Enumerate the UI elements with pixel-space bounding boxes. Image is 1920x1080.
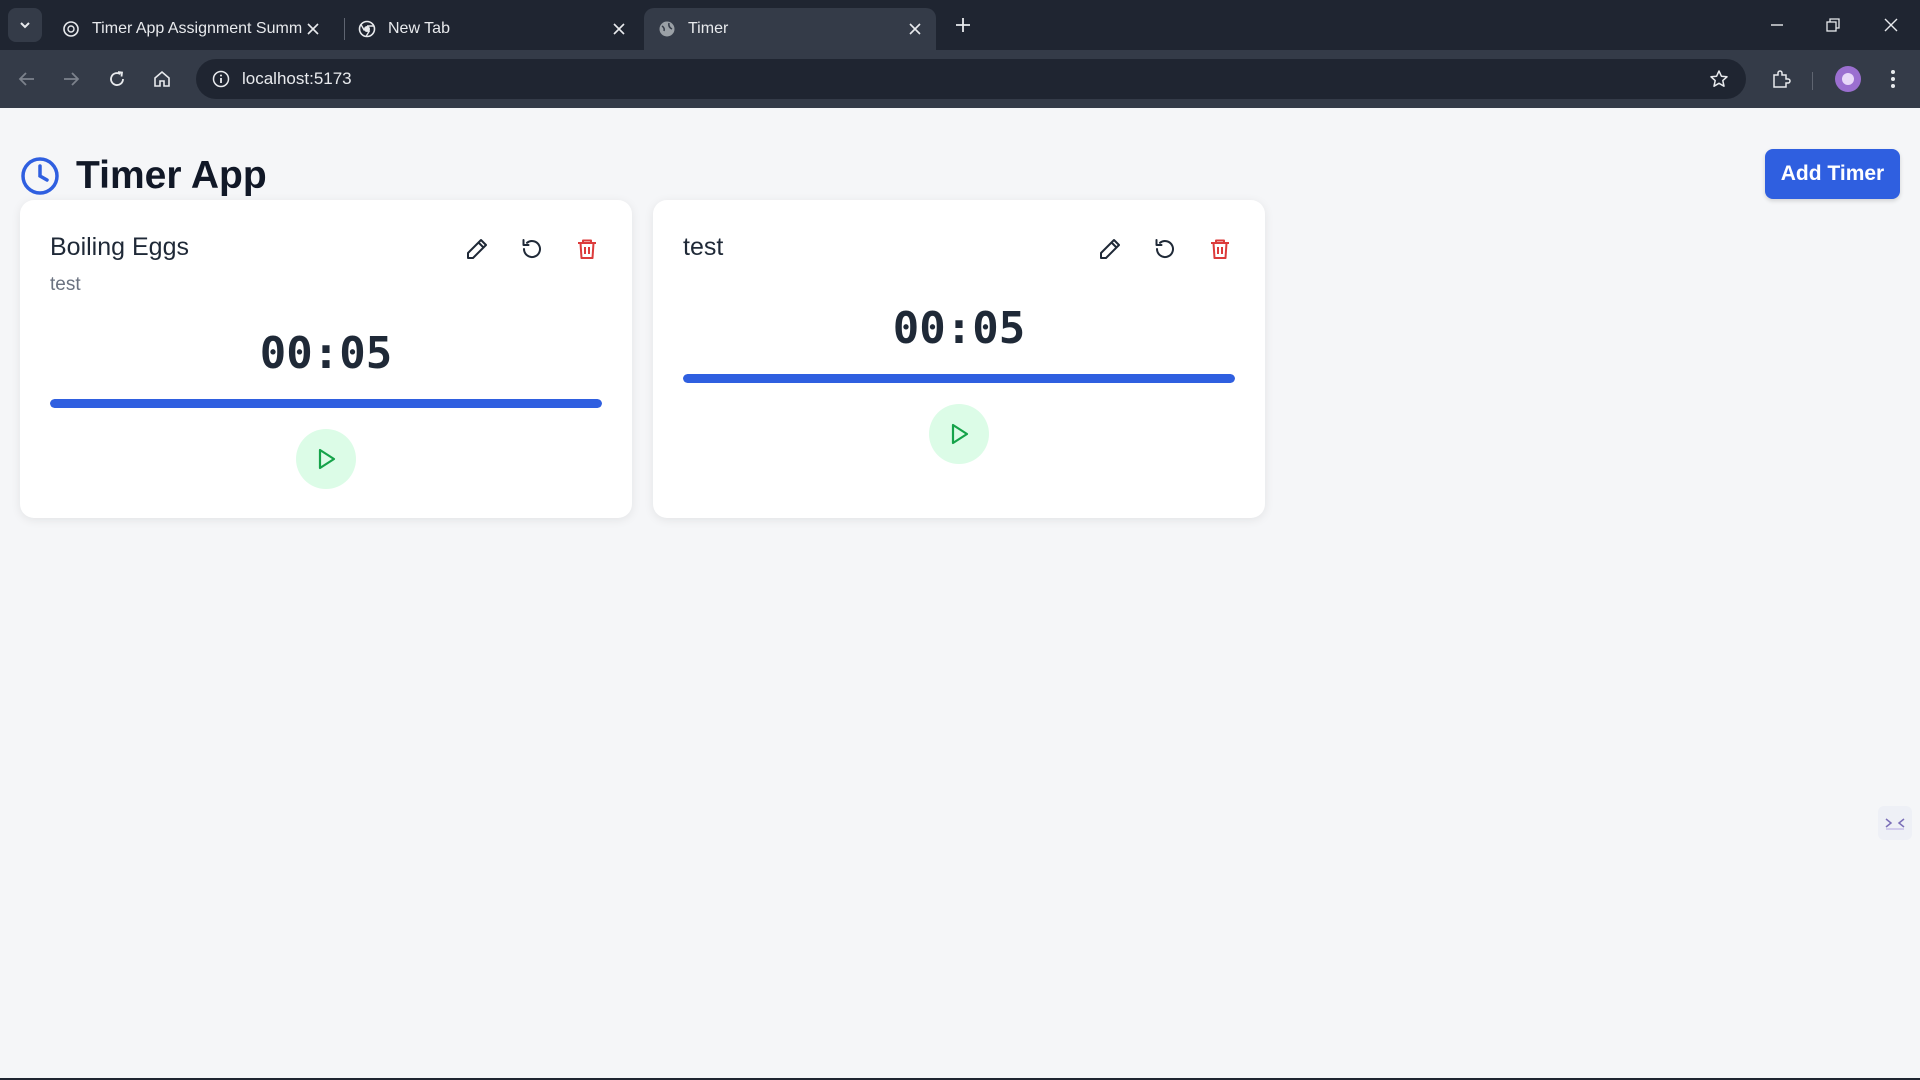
- arrow-right-icon: [64, 72, 80, 86]
- play-icon: [318, 448, 336, 470]
- tab-new-tab[interactable]: New Tab: [344, 8, 640, 50]
- puzzle-icon: [1773, 70, 1791, 88]
- globe-icon: [658, 20, 676, 38]
- new-tab-button[interactable]: [950, 12, 976, 38]
- play-button[interactable]: [296, 429, 356, 489]
- back-button[interactable]: [12, 64, 42, 94]
- timer-description: test: [50, 274, 81, 295]
- url-text: localhost:5173: [242, 69, 352, 88]
- home-button[interactable]: [147, 64, 177, 94]
- extensions-button[interactable]: [1766, 64, 1796, 94]
- timer-display: 00:05: [892, 303, 1026, 354]
- devtools-widget[interactable]: [1878, 806, 1912, 840]
- forward-button[interactable]: [56, 64, 86, 94]
- delete-button[interactable]: [1205, 234, 1235, 264]
- timer-display: 00:05: [259, 328, 393, 379]
- reset-button[interactable]: [517, 234, 547, 264]
- code-icon: [1885, 818, 1905, 830]
- page-title: Timer App: [76, 154, 267, 197]
- browser-menu-button[interactable]: [1878, 64, 1908, 94]
- play-icon: [951, 423, 969, 445]
- more-vertical-icon: [1891, 70, 1895, 88]
- timer-actions: [1095, 234, 1235, 264]
- reset-button[interactable]: [1150, 234, 1180, 264]
- close-icon: [1884, 18, 1898, 32]
- timer-card: Boiling Eggs test 00:05: [20, 200, 632, 518]
- edit-button[interactable]: [462, 234, 492, 264]
- restore-icon: [1826, 18, 1840, 32]
- address-bar[interactable]: localhost:5173: [196, 59, 1746, 99]
- tab-title: Timer: [688, 20, 729, 37]
- profile-avatar[interactable]: [1835, 66, 1861, 92]
- close-icon[interactable]: [302, 18, 324, 40]
- close-icon[interactable]: [904, 18, 926, 40]
- timer-name: test: [683, 233, 724, 261]
- chrome-icon: [358, 20, 376, 38]
- close-icon[interactable]: [608, 18, 630, 40]
- clock-icon: [21, 157, 59, 195]
- plus-icon: [956, 18, 970, 32]
- tab-search-button[interactable]: [8, 8, 42, 42]
- pencil-icon: [1100, 239, 1120, 259]
- info-icon[interactable]: [206, 64, 236, 94]
- arrow-left-icon: [18, 72, 34, 86]
- chevron-down-icon: [20, 22, 30, 29]
- pencil-icon: [467, 239, 487, 259]
- trash-icon: [1211, 239, 1229, 259]
- tab-timer[interactable]: Timer: [644, 8, 936, 50]
- reload-icon: [110, 71, 124, 86]
- toolbar-divider: [1812, 72, 1813, 90]
- openai-icon: [62, 20, 80, 38]
- tab-title: New Tab: [388, 20, 450, 37]
- rotate-ccw-icon: [522, 239, 541, 258]
- browser-tab-bar: Timer App Assignment Summar New Tab Time…: [0, 0, 1920, 50]
- timer-card: test 00:05: [653, 200, 1265, 518]
- rotate-ccw-icon: [1155, 239, 1174, 258]
- app-header: Timer App: [20, 150, 267, 202]
- browser-toolbar: localhost:5173: [0, 50, 1920, 108]
- restore-button[interactable]: [1818, 10, 1848, 40]
- progress-bar: [50, 399, 602, 408]
- add-timer-button[interactable]: Add Timer: [1765, 149, 1900, 199]
- minimize-button[interactable]: [1762, 10, 1792, 40]
- minimize-icon: [1771, 24, 1783, 26]
- progress-fill: [683, 374, 1235, 383]
- delete-button[interactable]: [572, 234, 602, 264]
- home-icon: [154, 70, 170, 87]
- tab-timer-app-assignment[interactable]: Timer App Assignment Summar: [48, 8, 334, 50]
- trash-icon: [578, 239, 596, 259]
- timer-actions: [462, 234, 602, 264]
- close-window-button[interactable]: [1876, 10, 1906, 40]
- edit-button[interactable]: [1095, 234, 1125, 264]
- timer-name: Boiling Eggs: [50, 233, 189, 261]
- star-icon[interactable]: [1704, 64, 1734, 94]
- play-button[interactable]: [929, 404, 989, 464]
- progress-bar: [683, 374, 1235, 383]
- reload-button[interactable]: [102, 64, 132, 94]
- tab-title: Timer App Assignment Summar: [92, 20, 302, 37]
- progress-fill: [50, 399, 602, 408]
- avatar-icon: [1842, 73, 1854, 85]
